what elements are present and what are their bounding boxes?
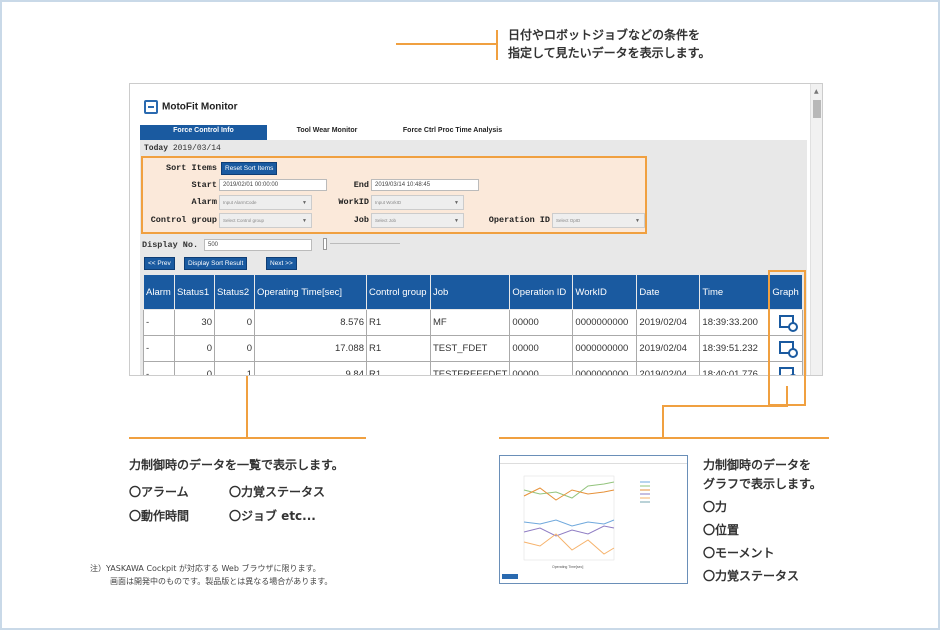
callout-top-line2: 指定して見たいデータを表示します。 xyxy=(508,46,711,60)
alarm-label: Alarm xyxy=(191,197,217,207)
workid-select[interactable]: Input WorkID ▼ xyxy=(371,195,464,210)
scroll-up-arrow-icon[interactable]: ▲ xyxy=(814,88,819,95)
chevron-down-icon: ▼ xyxy=(454,200,459,206)
control-group-select[interactable]: Select Control group ▼ xyxy=(219,213,312,228)
chevron-down-icon: ▼ xyxy=(302,200,307,206)
footnote: 注）YASKAWA Cockpit が対応する Web ブラウザに限ります。 画… xyxy=(90,562,332,588)
operation-id-select[interactable]: Select OpID ▼ xyxy=(552,213,645,228)
footnote-line1: 注）YASKAWA Cockpit が対応する Web ブラウザに限ります。 xyxy=(90,564,321,573)
graph-thumbnail: Operating Time[sec] xyxy=(499,455,688,584)
today-label: Today 2019/03/14 xyxy=(144,144,221,153)
list-connector xyxy=(246,376,248,438)
col-alarm[interactable]: Alarm xyxy=(143,274,175,310)
operation-id-label: Operation ID xyxy=(488,215,550,225)
graph-item-force-status: 〇力覚ステータス xyxy=(703,569,800,583)
data-table: Alarm Status1 Status2 Operating Time[sec… xyxy=(143,274,804,375)
graph-item-position: 〇位置 xyxy=(703,523,740,537)
footnote-line2: 画面は開発中のものです。製品版とは異なる場合があります。 xyxy=(110,577,333,586)
col-control-group[interactable]: Control group xyxy=(366,274,431,310)
tab-force-ctrl-proc-time[interactable]: Force Ctrl Proc Time Analysis xyxy=(387,125,518,140)
graph-connector-h xyxy=(662,405,788,407)
display-no-slider-handle[interactable] xyxy=(323,238,327,250)
chevron-down-icon: ▼ xyxy=(302,218,307,224)
scroll-thumb[interactable] xyxy=(813,100,821,118)
chevron-down-icon: ▼ xyxy=(635,218,640,224)
display-sort-result-button[interactable]: Display Sort Result xyxy=(184,257,248,270)
control-group-label: Control group xyxy=(150,215,217,225)
table-row[interactable]: - 0 0 17.088 R1 TEST_FDET 00000 00000000… xyxy=(143,335,804,362)
col-operating-time[interactable]: Operating Time[sec] xyxy=(254,274,367,310)
table-header-row: Alarm Status1 Status2 Operating Time[sec… xyxy=(143,274,804,310)
end-label: End xyxy=(353,180,369,190)
callout-connector xyxy=(396,43,496,45)
list-underline xyxy=(129,437,366,439)
app-title: MotoFit Monitor xyxy=(144,100,238,114)
table-row[interactable]: - 30 0 8.576 R1 MF 00000 0000000000 2019… xyxy=(143,309,804,336)
display-no-input[interactable]: 500 xyxy=(204,239,312,251)
col-date[interactable]: Date xyxy=(636,274,701,310)
filter-panel: Sort Items Reset Sort Items Start 2019/0… xyxy=(141,156,647,234)
display-no-slider-track xyxy=(330,243,400,244)
list-description: 力制御時のデータを一覧で表示します。 xyxy=(129,458,344,472)
graph-feature-items: 〇力 〇位置 〇モーメント 〇力覚ステータス xyxy=(703,496,799,588)
col-job[interactable]: Job xyxy=(429,274,511,310)
list-feature-items: 〇アラーム 〇力覚ステータス 〇動作時間 〇ジョブ etc... xyxy=(129,480,325,528)
app-window: MotoFit Monitor Force Control Info Tool … xyxy=(129,83,823,376)
end-input[interactable]: 2019/03/14 10:48:45 xyxy=(371,179,479,191)
graph-connector-v2 xyxy=(662,405,664,438)
chevron-down-icon: ▼ xyxy=(454,218,459,224)
thumbnail-chart: Operating Time[sec] xyxy=(523,475,650,569)
next-button[interactable]: Next >> xyxy=(266,257,297,270)
callout-top-line1: 日付やロボットジョブなどの条件を xyxy=(508,28,701,42)
job-select[interactable]: Select Job ▼ xyxy=(371,213,464,228)
thumbnail-button xyxy=(502,574,518,579)
graph-item-force: 〇力 xyxy=(703,500,728,514)
display-no-label: Display No. xyxy=(142,240,199,250)
feature-operating-time: 〇動作時間 xyxy=(129,509,190,523)
col-status1[interactable]: Status1 xyxy=(174,274,215,310)
job-label: Job xyxy=(353,215,369,225)
table-row[interactable]: - 0 1 9.84 R1 TESTFREEFDET 00000 0000000… xyxy=(143,361,804,375)
tab-force-control-info[interactable]: Force Control Info xyxy=(140,125,267,140)
callout-bracket xyxy=(496,30,498,60)
start-input[interactable]: 2019/02/01 00:00:00 xyxy=(219,179,327,191)
col-status2[interactable]: Status2 xyxy=(214,274,255,310)
tab-bar: Force Control Info Tool Wear Monitor For… xyxy=(140,125,518,140)
graph-connector-v1 xyxy=(786,386,788,406)
feature-force-status: 〇力覚ステータス xyxy=(229,485,326,499)
start-label: Start xyxy=(191,180,217,190)
svg-text:Operating Time[sec]: Operating Time[sec] xyxy=(552,565,583,569)
col-operation-id[interactable]: Operation ID xyxy=(509,274,574,310)
workid-label: WorkID xyxy=(338,197,369,207)
alarm-select[interactable]: Input AlarmCode ▼ xyxy=(219,195,312,210)
today-value: 2019/03/14 xyxy=(172,144,221,153)
col-workid[interactable]: WorkID xyxy=(572,274,638,310)
sort-items-label: Sort Items xyxy=(165,163,217,173)
reset-sort-items-button[interactable]: Reset Sort Items xyxy=(221,162,278,175)
feature-alarm: 〇アラーム xyxy=(129,485,189,499)
feature-job: 〇ジョブ etc... xyxy=(229,509,316,523)
graph-description: 力制御時のデータを グラフで表示します。 xyxy=(703,458,822,491)
graph-item-moment: 〇モーメント xyxy=(703,546,775,560)
tab-tool-wear-monitor[interactable]: Tool Wear Monitor xyxy=(267,125,387,140)
graph-underline xyxy=(499,437,829,439)
motofit-logo-icon xyxy=(144,100,158,114)
main-content: Today 2019/03/14 Sort Items Reset Sort I… xyxy=(140,140,807,375)
callout-top-text: 日付やロボットジョブなどの条件を 指定して見たいデータを表示します。 xyxy=(508,26,758,62)
vertical-scrollbar[interactable]: ▲ xyxy=(810,84,822,375)
prev-button[interactable]: << Prev xyxy=(144,257,175,270)
col-time[interactable]: Time xyxy=(699,274,771,310)
